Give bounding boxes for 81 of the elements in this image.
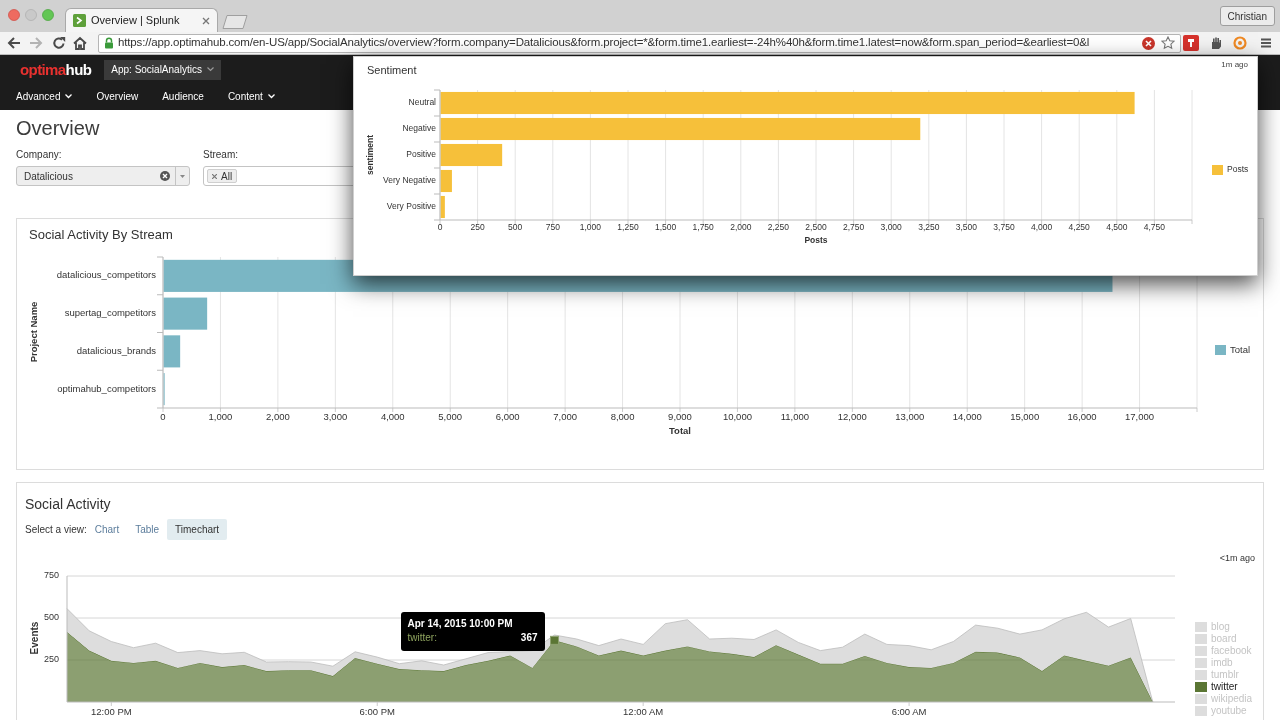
tick-label: 3,000 — [880, 222, 902, 233]
tick-label: 15,000 — [1010, 410, 1040, 422]
tick-label: 1,250 — [617, 222, 639, 233]
category-label: optimahub_competitors — [57, 382, 156, 394]
axis-title: Events — [28, 621, 40, 655]
field-label: Stream: — [203, 148, 238, 162]
legend-label: facebook — [1211, 644, 1252, 656]
tick-label: 5,000 — [438, 410, 463, 422]
tick-label: 750 — [545, 222, 560, 233]
legend-label: imdb — [1211, 656, 1233, 668]
tick-label: 10,000 — [722, 410, 752, 422]
tick-label: 3,500 — [955, 222, 978, 233]
updated-time: <1m ago — [1219, 552, 1255, 565]
tick-label: 2,750 — [842, 222, 865, 233]
page-title: Overview — [16, 116, 100, 141]
tick-label: 2,000 — [266, 410, 290, 422]
category-label: datalicious_brands — [76, 344, 156, 356]
tick-label: 1,000 — [208, 410, 233, 422]
tick-label: 6:00 AM — [891, 705, 927, 717]
tick-label: 12:00 PM — [91, 705, 132, 717]
tick-label: 1,750 — [692, 222, 714, 233]
category-label: Negative — [402, 123, 436, 134]
axis-title: Project Name — [27, 301, 39, 363]
legend-label: blog — [1211, 620, 1230, 632]
tick-label: 4,000 — [380, 410, 405, 422]
category-label: supertag_competitors — [64, 307, 156, 319]
tick-label: 6,000 — [495, 410, 520, 422]
tick-label: 1,000 — [579, 222, 602, 233]
url-text: https://app.optimahub.com/en-US/app/SocialAnalytics/overview?form.company=Datalicious&form.project=*&form.time1.earliest=-24h%40h&form.time1.latest=now&form.span_period=&earliest=0&l — [118, 35, 1090, 51]
legend-label: Posts — [1227, 164, 1249, 175]
category-label: Very Positive — [386, 201, 436, 212]
tooltip-title: Apr 14, 2015 10:00 PM — [407, 617, 513, 632]
tick-label: 0 — [160, 410, 166, 422]
value-label: 367 — [520, 631, 538, 646]
tick-label: 250 — [43, 654, 59, 665]
legend-label: twitter — [1211, 680, 1238, 692]
tick-label: 4,000 — [1030, 222, 1053, 233]
tick-label: 4,250 — [1068, 222, 1090, 233]
category-label: Very Negative — [383, 175, 436, 186]
legend-label: tumblr — [1211, 668, 1239, 680]
tick-label: 12:00 AM — [623, 705, 664, 717]
tick-label: 4,750 — [1143, 222, 1166, 233]
series-label: twitter: — [407, 631, 437, 646]
legend-label: wikipedia — [1211, 692, 1253, 704]
category-label: datalicious_competitors — [56, 269, 156, 281]
axis-title: Posts — [804, 235, 828, 246]
tick-label: 7,000 — [553, 410, 577, 422]
tick-label: 750 — [43, 570, 59, 581]
tick-label: 250 — [470, 222, 485, 233]
tick-label: 6:00 PM — [359, 705, 395, 717]
tick-label: 11,000 — [780, 410, 810, 422]
tick-label: 12,000 — [837, 410, 867, 422]
tick-label: 9,000 — [668, 410, 692, 422]
panel-title: Social Activity — [25, 495, 111, 514]
panel-title: Social Activity By Stream — [29, 227, 173, 243]
tick-label: 2,500 — [805, 222, 827, 233]
legend-label: youtube — [1211, 704, 1247, 716]
tick-label: 1,500 — [654, 222, 677, 233]
view-label: Select a view: — [25, 523, 87, 537]
tick-label: 16,000 — [1067, 410, 1097, 422]
tick-label: 4,500 — [1106, 222, 1128, 233]
category-label: Positive — [406, 149, 436, 160]
tick-label: 13,000 — [895, 410, 925, 422]
tick-label: 8,000 — [610, 410, 635, 422]
panel-title: Sentiment — [366, 63, 417, 77]
tick-label: 17,000 — [1125, 410, 1155, 422]
tick-label: 3,000 — [323, 410, 348, 422]
tick-label: 500 — [43, 612, 59, 623]
axis-title: sentiment — [365, 134, 376, 176]
tick-label: 3,750 — [993, 222, 1015, 233]
tick-label: 0 — [437, 222, 443, 233]
tick-label: 14,000 — [952, 410, 982, 422]
tick-label: 500 — [508, 222, 523, 233]
category-label: Neutral — [408, 97, 436, 108]
legend-label: Total — [1230, 343, 1251, 355]
tick-label: 2,000 — [730, 222, 752, 233]
updated-time: 1m ago — [1221, 59, 1248, 70]
axis-title: Total — [669, 424, 691, 436]
tick-label: 3,250 — [918, 222, 940, 233]
field-label: Company: — [16, 148, 62, 162]
tick-label: 2,250 — [767, 222, 790, 233]
